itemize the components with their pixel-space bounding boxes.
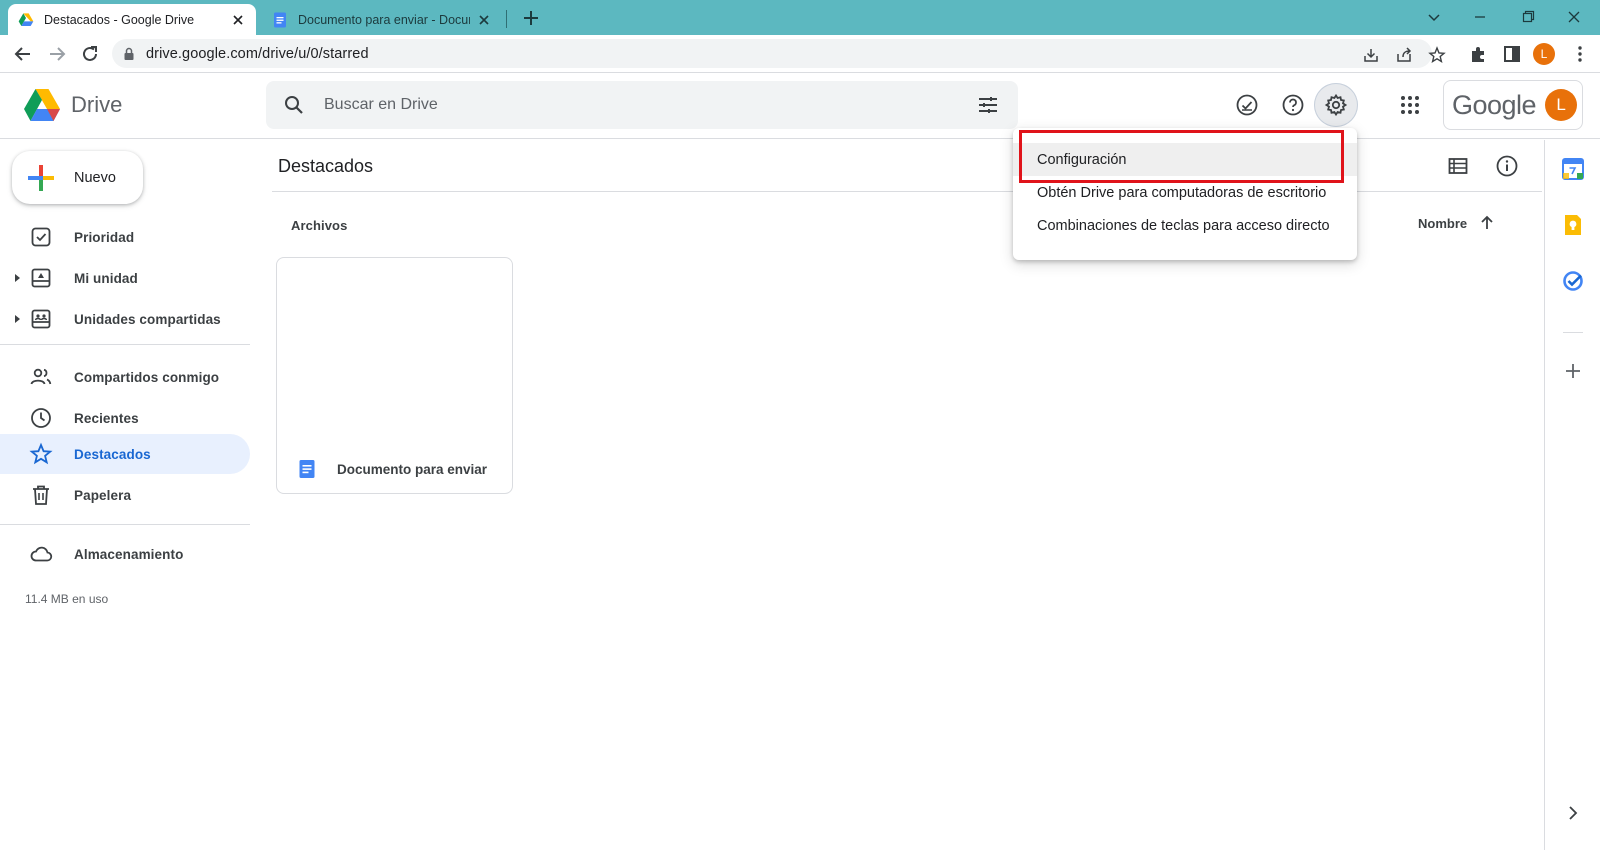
drive-logo-icon[interactable]: [23, 88, 61, 122]
calendar-icon[interactable]: [1562, 158, 1584, 180]
sidebar-item-label: Papelera: [74, 487, 132, 503]
close-tab-icon[interactable]: [476, 12, 492, 28]
tab-separator: [506, 10, 507, 28]
drive-brand-label[interactable]: Drive: [71, 92, 122, 118]
sidebar: Nuevo Prioridad Mi unidad Unidades compa…: [0, 140, 256, 850]
address-bar[interactable]: drive.google.com/drive/u/0/starred: [112, 39, 1446, 68]
sidebar-divider: [0, 344, 250, 345]
file-card-footer: Documento para enviar: [277, 445, 512, 493]
avatar: L: [1545, 89, 1578, 121]
sidebar-item-label: Compartidos conmigo: [74, 369, 220, 385]
offline-ready-icon[interactable]: [1235, 93, 1259, 117]
close-tab-icon[interactable]: [230, 12, 246, 28]
browser-profile-avatar[interactable]: L: [1533, 43, 1555, 65]
browser-toolbar: drive.google.com/drive/u/0/starred: [0, 35, 1600, 73]
settings-dropdown-menu: Configuración Obtén Drive para computado…: [1013, 128, 1357, 260]
sidebar-item-my-drive[interactable]: Mi unidad: [0, 258, 250, 298]
my-drive-icon: [31, 268, 51, 288]
storage-usage-text: 11.4 MB en uso: [25, 592, 109, 606]
search-options-tune-icon[interactable]: [976, 93, 1000, 117]
help-icon[interactable]: [1281, 93, 1305, 117]
menu-item-settings[interactable]: Configuración: [1013, 143, 1357, 176]
browser-tab-drive[interactable]: Destacados - Google Drive: [8, 4, 256, 35]
people-icon: [30, 368, 52, 385]
new-tab-plus-icon[interactable]: [520, 7, 542, 29]
search-bar: [266, 81, 1018, 129]
tab-title: Documento para enviar - Documentos: [298, 12, 470, 27]
menu-item-get-drive-desktop[interactable]: Obtén Drive para computadoras de escrito…: [1013, 176, 1357, 209]
drive-favicon-icon: [18, 12, 34, 26]
install-app-icon[interactable]: [1362, 46, 1380, 64]
sidebar-item-shared-with-me[interactable]: Compartidos conmigo: [0, 357, 250, 397]
tasks-icon[interactable]: [1562, 270, 1584, 292]
bookmark-star-icon[interactable]: [1428, 46, 1446, 64]
sort-label: Nombre: [1418, 215, 1468, 231]
files-section-label: Archivos: [291, 218, 348, 233]
gear-icon: [1324, 93, 1348, 117]
tab-search-chevron-icon[interactable]: [1422, 6, 1446, 28]
close-window-icon[interactable]: [1562, 6, 1586, 28]
google-docs-icon: [299, 460, 315, 478]
side-panel-divider: [1563, 332, 1583, 333]
browser-tab-strip: Destacados - Google Drive Documento para…: [0, 0, 1600, 35]
reload-icon[interactable]: [79, 43, 101, 65]
sidebar-item-label: Mi unidad: [74, 270, 138, 286]
shared-drives-icon: [31, 309, 51, 329]
url-text: drive.google.com/drive/u/0/starred: [146, 45, 369, 62]
back-arrow-icon[interactable]: [12, 43, 34, 65]
sidebar-item-label: Almacenamiento: [74, 546, 184, 562]
google-apps-grid-icon[interactable]: [1398, 93, 1422, 117]
file-card[interactable]: Documento para enviar: [276, 257, 513, 494]
sidebar-item-label: Unidades compartidas: [74, 311, 221, 327]
sidebar-divider: [0, 524, 250, 525]
google-account-button[interactable]: Google L: [1443, 80, 1583, 130]
new-button-label: Nuevo: [74, 169, 116, 186]
clock-icon: [31, 408, 51, 428]
sidebar-item-label: Prioridad: [74, 229, 135, 245]
chevron-right-icon[interactable]: [1562, 802, 1584, 824]
page-title: Destacados: [278, 156, 374, 176]
arrow-up-icon[interactable]: [1477, 213, 1497, 233]
browser-tab-document[interactable]: Documento para enviar - Documentos: [262, 4, 502, 35]
side-panel-icon[interactable]: [1502, 44, 1522, 64]
add-addon-plus-icon[interactable]: [1562, 360, 1584, 382]
sidebar-item-trash[interactable]: Papelera: [0, 475, 250, 515]
drive-header: Drive Google L: [0, 73, 1600, 139]
sidebar-item-starred[interactable]: Destacados: [0, 434, 250, 474]
sidebar-item-priority[interactable]: Prioridad: [0, 217, 250, 257]
sidebar-item-shared-drives[interactable]: Unidades compartidas: [0, 299, 250, 339]
docs-favicon-icon: [274, 12, 286, 27]
restore-icon[interactable]: [1516, 6, 1540, 28]
cloud-icon: [30, 546, 53, 562]
browser-menu-dots-icon[interactable]: [1570, 44, 1590, 64]
lock-icon: [124, 47, 134, 60]
sidebar-item-label: Destacados: [74, 446, 151, 462]
new-button[interactable]: Nuevo: [12, 151, 143, 204]
sidebar-item-label: Recientes: [74, 410, 139, 426]
expand-caret-icon[interactable]: [12, 273, 22, 283]
file-name: Documento para enviar: [337, 461, 488, 477]
sidebar-item-recent[interactable]: Recientes: [0, 398, 250, 438]
sort-by-name-button[interactable]: Nombre: [1418, 213, 1497, 233]
keep-icon[interactable]: [1562, 214, 1584, 236]
list-view-icon[interactable]: [1446, 154, 1470, 178]
settings-button[interactable]: [1314, 83, 1358, 127]
search-icon[interactable]: [282, 93, 306, 117]
search-input[interactable]: [306, 81, 976, 129]
extensions-puzzle-icon[interactable]: [1469, 44, 1489, 64]
menu-item-keyboard-shortcuts[interactable]: Combinaciones de teclas para acceso dire…: [1013, 209, 1357, 242]
side-panel: [1544, 140, 1600, 850]
info-icon[interactable]: [1495, 154, 1519, 178]
priority-check-icon: [31, 227, 51, 247]
tab-title: Destacados - Google Drive: [44, 12, 195, 27]
minimize-icon[interactable]: [1468, 6, 1492, 28]
expand-caret-icon[interactable]: [12, 314, 22, 324]
sidebar-item-storage[interactable]: Almacenamiento: [0, 534, 250, 574]
colored-plus-icon: [28, 164, 54, 191]
star-icon: [29, 442, 53, 465]
forward-arrow-icon[interactable]: [46, 43, 68, 65]
share-icon[interactable]: [1395, 46, 1413, 64]
google-wordmark: Google: [1452, 89, 1537, 120]
trash-icon: [33, 485, 49, 505]
